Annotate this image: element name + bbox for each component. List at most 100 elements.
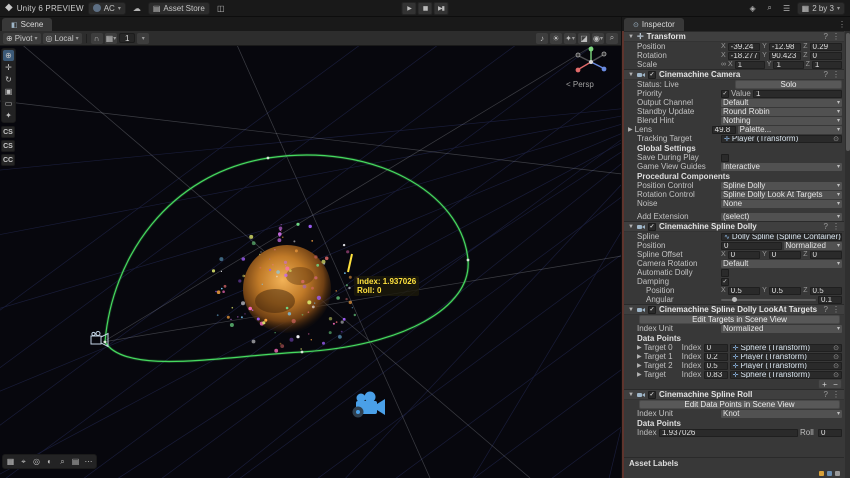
roll-value-field[interactable]: 0 (818, 428, 842, 437)
solo-button[interactable]: Solo (735, 80, 842, 89)
offset-z-field[interactable]: 0 (809, 250, 842, 259)
remove-item-button[interactable]: − (830, 380, 841, 389)
index-field[interactable]: 0.83 (703, 370, 728, 379)
scene-viewport[interactable]: Index: 1.937026 Roll: 0 < Persp ⊕ ✛ ↻ ▣ … (0, 46, 621, 478)
roll-index-field[interactable]: 1.937026 (659, 428, 798, 437)
index-field[interactable]: 0.5 (703, 361, 728, 370)
scale-z-field[interactable]: 1 (811, 60, 842, 69)
kebab-menu-icon[interactable]: ⋮ (832, 222, 840, 231)
audio-toggle[interactable]: ♪ (536, 32, 548, 44)
add-item-button[interactable]: + (819, 380, 830, 389)
scene-search-icon[interactable]: ⌕ (606, 32, 618, 44)
angular-value-field[interactable]: 0.1 (818, 295, 842, 304)
spline-object-field[interactable]: ∿ Dolly Spline (Spline Container) ⊙ (721, 232, 842, 241)
rotation-control-dropdown[interactable]: Spline Dolly Look At Targets (721, 190, 842, 199)
foldout-icon[interactable]: ▶ (637, 353, 642, 360)
rotate-tool[interactable]: ↻ (3, 74, 14, 85)
component-enabled-checkbox[interactable]: ✓ (647, 390, 656, 399)
transform-header[interactable]: ▼ ✛ Transform ? ⋮ (624, 31, 844, 42)
shading-mode-icon[interactable]: ◐ (44, 456, 55, 467)
cloud-icon[interactable]: ☁ (130, 2, 144, 15)
lighting-toggle[interactable]: ☀ (550, 32, 562, 44)
play-button[interactable]: ▶ (401, 2, 417, 15)
grid-visibility-toggle[interactable]: ▦ (5, 456, 16, 467)
spline-roll-header[interactable]: ▼ ✓ Cinemachine Spline Roll ? ⋮ (624, 389, 844, 400)
transform-tool[interactable]: ✦ (3, 110, 14, 121)
sphere-object[interactable] (243, 245, 331, 333)
rotation-z-field[interactable]: 0 (809, 51, 842, 60)
index-field[interactable]: 0.2 (703, 352, 728, 361)
orientation-toggle-icon[interactable]: ◎ (31, 456, 42, 467)
automatic-dolly-checkbox[interactable] (721, 268, 729, 277)
handle-position-dropdown[interactable]: ⊕ Pivot ▾ (3, 32, 41, 44)
object-picker-icon[interactable]: ⊙ (833, 136, 839, 142)
spline-position-field[interactable]: 0 (721, 241, 782, 250)
scrollbar-thumb[interactable] (845, 33, 850, 151)
damping-x-field[interactable]: 0.5 (727, 286, 761, 295)
camera-rotation-dropdown[interactable]: Default (721, 259, 842, 268)
edit-targets-button[interactable]: Edit Targets in Scene View (639, 315, 840, 324)
offset-y-field[interactable]: 0 (768, 250, 802, 259)
kebab-menu-icon[interactable]: ⋮ (832, 70, 840, 79)
cinemachine-camera-header[interactable]: ▼ ✓ Cinemachine Camera ? ⋮ (624, 69, 844, 80)
position-z-field[interactable]: 0.29 (809, 42, 842, 51)
foldout-icon[interactable]: ▼ (628, 34, 634, 40)
offset-x-field[interactable]: 0 (727, 250, 761, 259)
main-camera-icon-gizmo[interactable] (352, 391, 386, 418)
priority-enabled-checkbox[interactable]: ✓ (721, 89, 729, 98)
edit-data-points-button[interactable]: Edit Data Points in Scene View (639, 400, 840, 409)
output-channel-dropdown[interactable]: Default (721, 98, 842, 107)
help-icon[interactable]: ? (824, 305, 828, 314)
view-tool[interactable]: ⊕ (3, 50, 14, 61)
rotation-x-field[interactable]: -18.277 (727, 51, 761, 60)
foldout-icon[interactable]: ▶ (637, 344, 642, 351)
increment-snap-dropdown[interactable]: ▾ (137, 32, 150, 44)
notification-icon[interactable] (819, 470, 824, 476)
search-icon[interactable]: ⌕ (763, 2, 777, 15)
progress-icon[interactable]: ◈ (746, 2, 760, 15)
foldout-icon[interactable]: ▶ (628, 126, 633, 133)
snap-magnet-toggle[interactable]: ∩ (90, 32, 103, 44)
view-mode-label[interactable]: < Persp (566, 80, 594, 89)
position-x-field[interactable]: -39.24 (727, 42, 761, 51)
layers-icon[interactable]: ☰ (780, 2, 794, 15)
object-picker-icon[interactable]: ⊙ (833, 363, 839, 369)
account-dropdown[interactable]: AC ▾ (87, 1, 126, 15)
component-enabled-checkbox[interactable]: ✓ (647, 305, 656, 314)
overlay-badge[interactable]: CC (1, 154, 15, 166)
foldout-icon[interactable]: ▼ (628, 307, 634, 313)
handle-rotation-dropdown[interactable]: ◎ Local ▾ (42, 32, 82, 44)
package-icon[interactable]: ◫ (214, 2, 228, 15)
index-unit-dropdown[interactable]: Normalized (721, 324, 842, 333)
effects-dropdown[interactable]: ✦ ▾ (564, 32, 576, 44)
help-icon[interactable]: ? (824, 390, 828, 399)
index-unit-dropdown[interactable]: Knot (721, 409, 842, 418)
move-tool[interactable]: ✛ (3, 62, 14, 73)
inspector-scrollbar[interactable] (845, 31, 850, 478)
object-picker-icon[interactable]: ⊙ (833, 354, 839, 360)
add-extension-dropdown[interactable]: (select) (721, 212, 842, 221)
spline-dolly-header[interactable]: ▼ ✓ Cinemachine Spline Dolly ? ⋮ (624, 221, 844, 232)
lookat-targets-header[interactable]: ▼ ✓ Cinemachine Spline Dolly LookAt Targ… (624, 304, 844, 315)
foldout-icon[interactable]: ▼ (628, 72, 634, 78)
overlay-badge[interactable]: CS (1, 126, 15, 138)
damping-y-field[interactable]: 0.5 (768, 286, 802, 295)
layout-dropdown[interactable]: ▦ 2 by 3 ▾ (796, 1, 845, 15)
object-picker-icon[interactable]: ⊙ (833, 372, 839, 378)
cloud-status-icon[interactable] (827, 470, 832, 476)
orientation-gizmo[interactable] (575, 46, 607, 73)
angular-slider[interactable] (721, 296, 816, 302)
snap-settings-icon[interactable]: ⌖ (18, 456, 29, 467)
kebab-menu-icon[interactable]: ⋮ (832, 305, 840, 314)
asset-labels-header[interactable]: Asset Labels (624, 457, 844, 469)
help-icon[interactable]: ? (824, 32, 828, 41)
help-icon[interactable]: ? (824, 222, 828, 231)
component-enabled-checkbox[interactable]: ✓ (647, 70, 656, 79)
position-units-dropdown[interactable]: Normalized (783, 241, 842, 250)
object-picker-icon[interactable]: ⊙ (833, 345, 839, 351)
blend-hint-dropdown[interactable]: Nothing (721, 116, 842, 125)
help-icon[interactable]: ? (824, 70, 828, 79)
damping-checkbox[interactable]: ✓ (721, 277, 729, 286)
foldout-icon[interactable]: ▼ (628, 392, 634, 398)
priority-value-field[interactable]: 1 (753, 89, 842, 98)
